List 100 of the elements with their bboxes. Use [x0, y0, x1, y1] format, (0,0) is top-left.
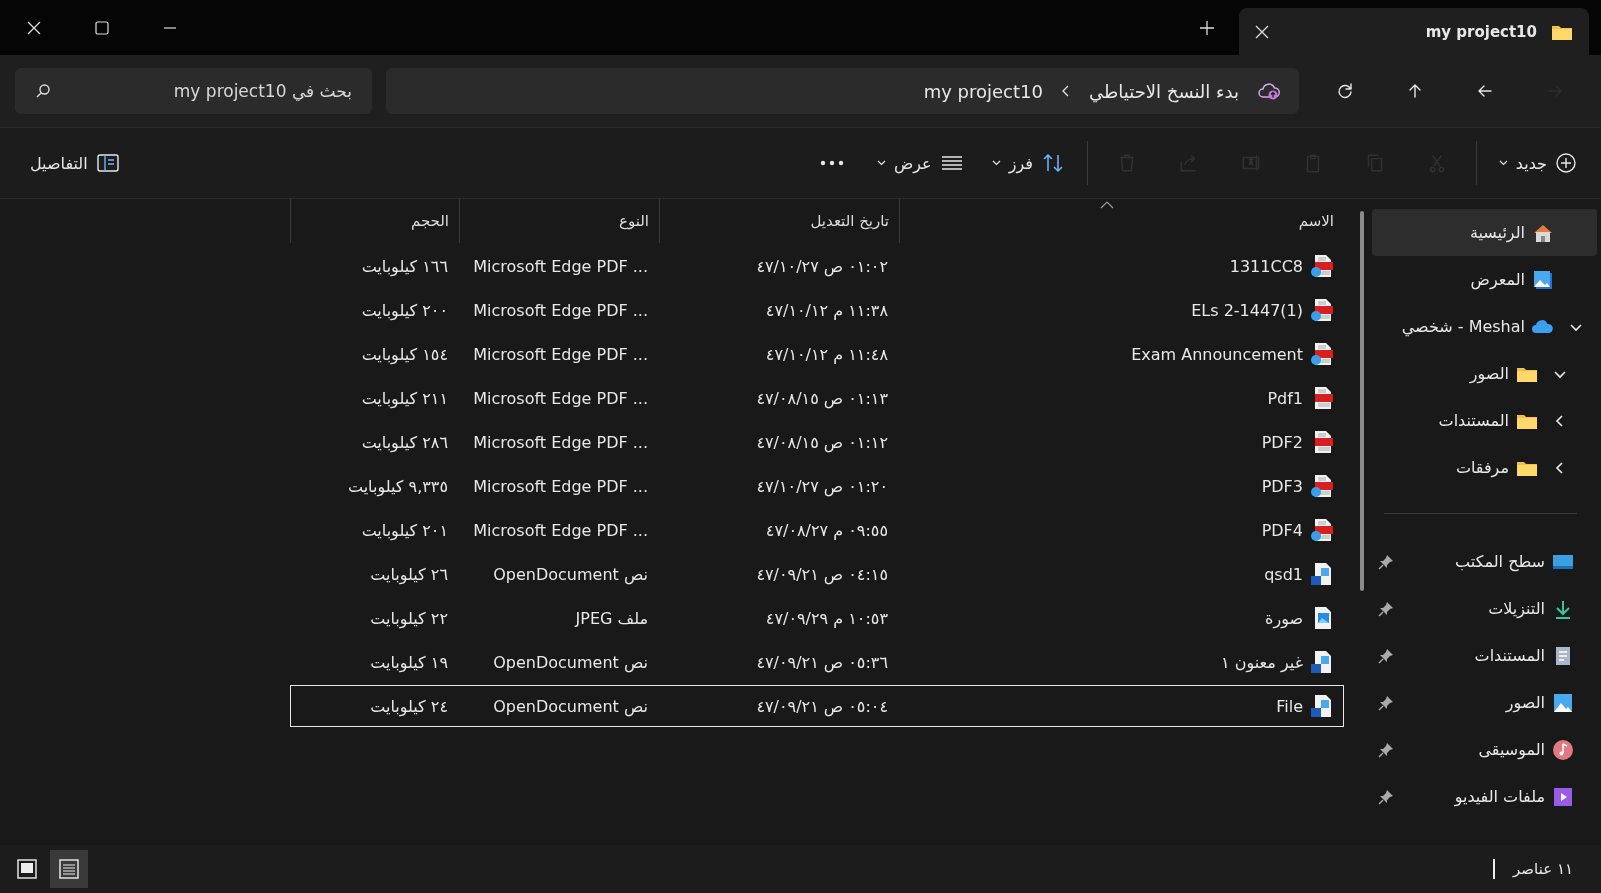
file-size: ٢٤ كيلوبايت	[370, 696, 448, 716]
sidebar-item[interactable]: المستندات	[1372, 632, 1597, 679]
file-type: Microsoft Edge PDF ...	[473, 476, 648, 496]
new-button[interactable]: جديد	[1486, 141, 1589, 185]
file-size: ٢٢ كيلوبايت	[370, 608, 448, 628]
file-type: ملف JPEG	[575, 608, 648, 628]
close-icon[interactable]	[1255, 24, 1269, 39]
pdf-file-icon	[1311, 254, 1333, 278]
file-name: qsd1	[1264, 564, 1303, 584]
column-header[interactable]: الاسم	[899, 199, 1344, 243]
file-name: Pdf1	[1267, 388, 1303, 408]
chevron-icon	[1060, 84, 1071, 98]
file-type: OpenDocument نص	[493, 696, 648, 716]
new-tab-icon[interactable]	[1199, 19, 1215, 36]
file-size: ٢٦ كيلوبايت	[370, 564, 448, 584]
file-size: ٢٠١ كيلوبايت	[361, 520, 448, 540]
file-type: Microsoft Edge PDF ...	[473, 432, 648, 452]
caret-icon	[876, 160, 886, 166]
window-tab[interactable]: my project10	[1239, 8, 1589, 55]
file-size: ٩,٣٣٥ كيلوبايت	[347, 476, 448, 496]
file-type: Microsoft Edge PDF ...	[473, 256, 648, 276]
tile-icon	[16, 858, 38, 880]
sidebar-item[interactable]: الصور	[1372, 679, 1597, 726]
modified-date: ١١:٣٨ م ٤٧/١٠/١٢	[765, 300, 888, 320]
file-name: ELs 2-1447(1)	[1191, 300, 1303, 320]
caret-icon	[1498, 160, 1508, 166]
file-name: PDF2	[1261, 432, 1303, 452]
sidebar-item[interactable]: Meshal - شخصي	[1372, 303, 1597, 350]
sidebar-item[interactable]: الرئيسية	[1372, 209, 1597, 256]
tab-title: my project10	[1425, 22, 1537, 41]
sidebar-item[interactable]: المستندات	[1372, 397, 1597, 444]
file-name: Exam Announcement	[1131, 344, 1303, 364]
pdf-file-icon	[1311, 298, 1333, 322]
pin-icon[interactable]	[1378, 694, 1394, 711]
search-field[interactable]: بحث في my project10	[15, 68, 372, 114]
search-icon	[35, 83, 51, 99]
file-name: File	[1276, 696, 1303, 716]
pin-icon[interactable]	[1378, 647, 1394, 664]
modified-date: ٠٥:٣٦ ص ٤٧/٠٩/٢١	[756, 652, 888, 672]
modified-date: ٠٩:٥٥ م ٤٧/٠٨/٢٧	[765, 520, 888, 540]
sidebar-item[interactable]: ملفات الفيديو	[1372, 773, 1597, 820]
video-icon	[1551, 785, 1575, 808]
file-size: ١٩ كيلوبايت	[370, 652, 448, 672]
item-count: ١١ عناصر	[1513, 860, 1573, 878]
word-file-icon	[1311, 650, 1333, 674]
column-header[interactable]: النوع	[459, 199, 659, 243]
file-type: OpenDocument نص	[493, 652, 648, 672]
sidebar-item[interactable]: التنزيلات	[1372, 585, 1597, 632]
modified-date: ٠١:١٢ ص ٤٧/٠٨/١٥	[756, 432, 888, 452]
file-size: ٢٨٦ كيلوبايت	[361, 432, 448, 452]
gallery-icon	[1531, 268, 1555, 291]
pdf-file-icon	[1311, 474, 1333, 498]
sidebar-item[interactable]: مرفقات	[1372, 444, 1597, 491]
file-name: 1311CC8	[1229, 256, 1303, 276]
modified-date: ٠٤:١٥ ص ٤٧/٠٩/٢١	[756, 564, 888, 584]
file-name: PDF4	[1261, 520, 1303, 540]
file-size: ٢٠٠ كيلوبايت	[361, 300, 448, 320]
column-header[interactable]: تاريخ التعديل	[659, 199, 899, 243]
modified-date: ١٠:٥٣ م ٤٧/٠٩/٢٩	[765, 608, 888, 628]
view-button[interactable]: عرض	[864, 141, 976, 185]
file-name: صورة	[1265, 608, 1303, 628]
pin-icon[interactable]	[1378, 741, 1394, 758]
pdf-file-icon	[1311, 518, 1333, 542]
music-note-icon	[1551, 738, 1575, 761]
pin-icon[interactable]	[1378, 788, 1394, 805]
breadcrumb[interactable]: بدء النسخ الاحتياطي	[1088, 80, 1239, 102]
word-file-icon	[1311, 562, 1333, 586]
sidebar-item[interactable]: سطح المكتب	[1372, 538, 1597, 585]
sidebar-item[interactable]: المعرض	[1372, 256, 1597, 303]
file-size: ٢١١ كيلوبايت	[361, 388, 448, 408]
file-name: غير معنون ١	[1221, 652, 1303, 672]
file-size: ١٦٦ كيلوبايت	[361, 256, 448, 276]
pin-icon[interactable]	[1378, 553, 1394, 570]
file-name: PDF3	[1261, 476, 1303, 496]
pin-icon[interactable]	[1378, 600, 1394, 617]
file-row[interactable]: غير معنون ١ ٠٥:٣٦ ص ٤٧/٠٩/٢١ OpenDocument نص ١٩ كيلوبايت	[290, 641, 1344, 683]
maximize-icon[interactable]	[94, 19, 110, 36]
column-header[interactable]: الحجم	[290, 199, 459, 243]
sort-button[interactable]: فرز	[979, 141, 1077, 185]
caret-icon	[991, 160, 1001, 166]
details-pane-icon	[95, 153, 120, 173]
file-type: Microsoft Edge PDF ...	[473, 520, 648, 540]
list-icon	[58, 858, 80, 880]
lines-icon	[939, 153, 964, 173]
file-type: Microsoft Edge PDF ...	[473, 300, 648, 320]
word-file-icon	[1311, 694, 1333, 718]
close-icon[interactable]	[26, 19, 42, 36]
file-row[interactable]: صورة ١٠:٥٣ م ٤٧/٠٩/٢٩ ملف JPEG ٢٢ كيلوبايت	[290, 597, 1344, 639]
pdf-file-icon	[1311, 342, 1333, 366]
breadcrumb[interactable]: my project10	[923, 80, 1043, 102]
image-icon	[1551, 691, 1575, 714]
modified-date: ٠١:٢٠ ص ٤٧/١٠/٢٧	[756, 476, 888, 496]
details-button[interactable]: التفاصيل	[18, 141, 132, 185]
sort-caret-icon	[1099, 201, 1114, 209]
cloud-upload-icon	[1257, 81, 1281, 101]
sidebar-item[interactable]: الصور	[1372, 350, 1597, 397]
details-view-button[interactable]	[50, 850, 88, 888]
file-type: Microsoft Edge PDF ...	[473, 388, 648, 408]
sidebar-item[interactable]: الموسيقى	[1372, 726, 1597, 773]
modified-date: ١١:٤٨ م ٤٧/١٠/١٢	[765, 344, 888, 364]
